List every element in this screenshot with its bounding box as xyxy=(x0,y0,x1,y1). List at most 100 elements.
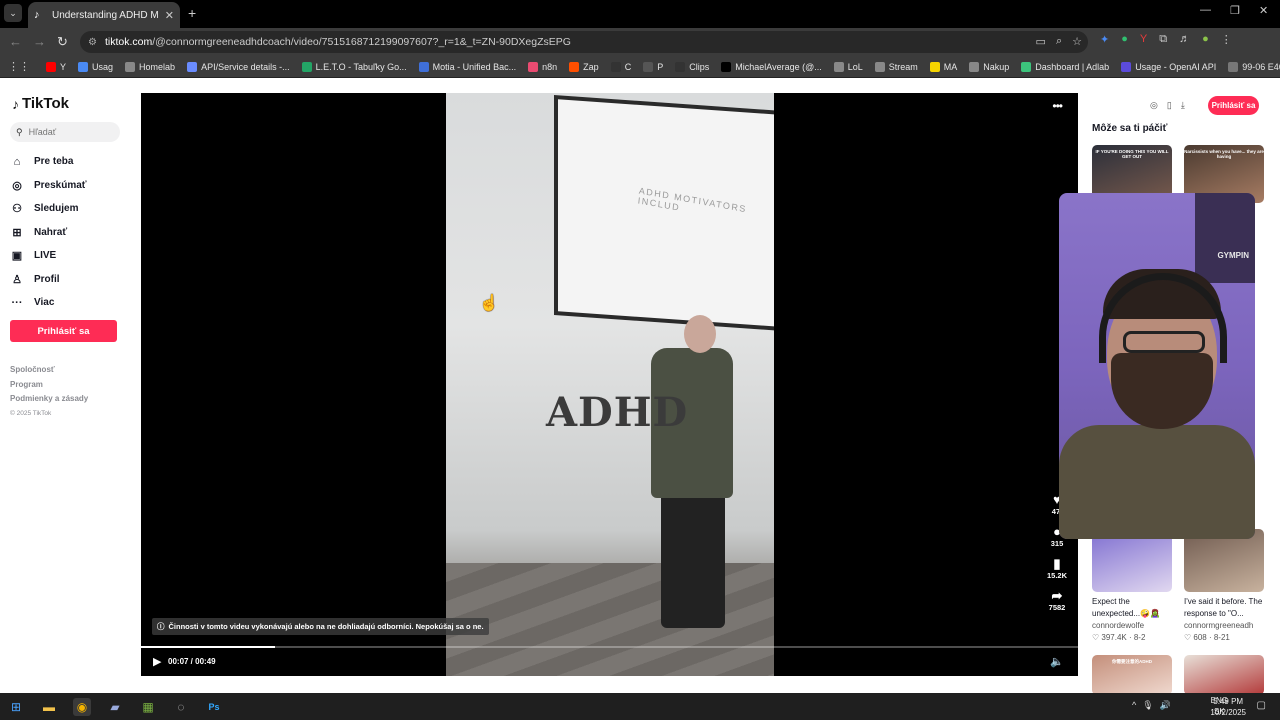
bookmark-item[interactable]: Motia - Unified Bac... xyxy=(413,56,523,77)
sidebar-item-pre-teba[interactable]: ⌂ Pre teba xyxy=(10,150,87,174)
coin-icon[interactable]: ◎ xyxy=(1150,100,1158,111)
recommendation-thumbnail[interactable] xyxy=(1184,655,1264,693)
extensions-puzzle-icon[interactable]: ⧉ xyxy=(1159,33,1167,46)
thumbnail-author[interactable]: connordewolfe xyxy=(1092,620,1172,632)
play-icon[interactable]: ▶ xyxy=(153,655,161,668)
browser-tab-bar: ⌄ ♪ Understanding ADHD Motivati ✕ + — ❐ … xyxy=(0,0,1280,28)
motia-icon xyxy=(418,61,429,72)
home-icon: ⌂ xyxy=(13,155,21,168)
recommendation-thumbnail[interactable]: 你需要注意的ADHD xyxy=(1092,655,1172,693)
sidebar-item-sledujem[interactable]: ⚇ Sledujem xyxy=(10,197,87,221)
clock[interactable]: 5:49 PM 10/2/2025 xyxy=(1210,696,1246,718)
sidebar-item-label: Sledujem xyxy=(34,203,79,215)
sidebar-login-button[interactable]: Prihlásiť sa xyxy=(10,320,117,342)
bookmark-item[interactable]: n8n xyxy=(522,56,563,77)
action-share[interactable]: ➦ 7582 xyxy=(1037,589,1077,613)
sidebar-item-profil[interactable]: ♙ Profil xyxy=(10,268,87,292)
bookmark-item[interactable]: MichaelAverage (@... xyxy=(715,56,828,77)
address-bar[interactable]: ⚙ tiktok.com/@connormgreeneadhdcoach/vid… xyxy=(80,31,1088,53)
search-box[interactable]: ⚲ xyxy=(10,122,120,142)
search-input[interactable] xyxy=(28,127,109,137)
sidebar-item-preskúmať[interactable]: ◎ Preskúmať xyxy=(10,174,86,198)
thumbnail-title: Expect the unexpected...🤪🧟‍♀️ xyxy=(1092,597,1160,618)
bookmark-item[interactable]: Clips xyxy=(669,56,715,77)
bookmark-star-icon[interactable]: ☆ xyxy=(1072,35,1082,48)
extension-icon-3[interactable]: Y xyxy=(1140,33,1147,46)
browser-menu-icon[interactable]: ⋮ xyxy=(1221,33,1232,46)
video-player[interactable]: ADHD MOTIVATORS INCLUD ADHD ••• ☝ ♥ 47. ● 3… xyxy=(141,93,1078,676)
bookmark-item[interactable]: Homelab xyxy=(119,56,181,77)
sidebar-item-label: Viac xyxy=(34,297,55,309)
notes-icon[interactable]: ▰ xyxy=(106,698,124,716)
bookmark-item[interactable]: Usage - OpenAI API xyxy=(1115,56,1222,77)
footer-link-program[interactable]: Program xyxy=(10,378,88,393)
photoshop-icon[interactable]: Ps xyxy=(205,698,223,716)
bookmark-item[interactable]: C xyxy=(605,56,638,77)
bookmark-item[interactable]: Nakup xyxy=(963,56,1015,77)
download-icon[interactable]: ⤓ xyxy=(1181,100,1185,111)
browser-tab-active[interactable]: ♪ Understanding ADHD Motivati ✕ xyxy=(28,2,180,28)
profile-avatar-icon[interactable]: ● xyxy=(1202,33,1209,46)
bookmark-item[interactable]: P xyxy=(637,56,669,77)
back-icon[interactable]: ← xyxy=(9,34,22,49)
url-text: tiktok.com/@connormgreeneadhdcoach/video… xyxy=(105,36,571,48)
apps-grid-icon[interactable]: ⋮⋮ xyxy=(4,60,40,73)
site-info-icon[interactable]: ⚙ xyxy=(88,37,97,48)
api-icon xyxy=(187,61,198,72)
sidebar-item-nahrať[interactable]: ⊞ Nahrať xyxy=(10,221,87,245)
bookmark-item[interactable]: LoL xyxy=(828,56,869,77)
bookmark-item[interactable]: 99-06 E46 M3 Floor... xyxy=(1222,56,1280,77)
notifications-icon[interactable]: ▢ xyxy=(1257,700,1266,711)
logo-text: TikTok xyxy=(22,95,69,112)
forward-icon[interactable]: → xyxy=(33,34,46,49)
person-head xyxy=(684,315,716,353)
sidebar-item-viac[interactable]: ··· Viac xyxy=(10,291,87,315)
tray-overflow-icon[interactable]: ^ xyxy=(1132,700,1136,711)
bookmark-item[interactable]: Zap xyxy=(563,56,605,77)
bookmark-item[interactable]: MA xyxy=(924,56,964,77)
top-login-button[interactable]: Prihlásiť sa xyxy=(1208,96,1259,115)
minimize-icon[interactable]: — xyxy=(1200,4,1211,16)
action-bookmark[interactable]: ▮ 15.2K xyxy=(1037,557,1077,581)
thumbnail-author[interactable]: connormgreeneadh xyxy=(1184,620,1264,632)
projector-screen: ADHD MOTIVATORS INCLUD xyxy=(554,94,774,332)
bookmark-item[interactable]: Dashboard | Adlab xyxy=(1015,56,1115,77)
footer-link-terms[interactable]: Podmienky a zásady xyxy=(10,392,88,407)
bookmark-item[interactable]: Usag xyxy=(72,56,119,77)
window-close-icon[interactable]: ✕ xyxy=(1259,4,1268,17)
speaker-icon[interactable]: 🔊 xyxy=(1160,700,1171,711)
bookmark-item[interactable]: L.E.T.O - Tabuľky Go... xyxy=(296,56,413,77)
obs-icon[interactable]: ◌ xyxy=(172,698,190,716)
sidebar-item-live[interactable]: ▣ LIVE xyxy=(10,244,87,268)
minecraft-icon[interactable]: ▦ xyxy=(139,698,157,716)
footer-link-company[interactable]: Spoločnosť xyxy=(10,363,88,378)
bookmark-label: Zap xyxy=(583,61,599,72)
bookmark-item[interactable]: Y xyxy=(40,56,72,77)
new-tab-icon[interactable]: + xyxy=(188,5,196,21)
device-icon[interactable]: ▯ xyxy=(1167,100,1172,111)
chrome-icon[interactable]: ◉ xyxy=(73,698,91,716)
tiktok-icon xyxy=(721,61,732,72)
tab-close-icon[interactable]: ✕ xyxy=(165,9,174,22)
file-explorer-icon[interactable]: ▬ xyxy=(40,698,58,716)
volume-icon[interactable]: 🔈 xyxy=(1050,655,1064,668)
windows-start-icon[interactable]: ⊞ xyxy=(7,698,25,716)
video-progress-bar[interactable] xyxy=(141,646,1078,648)
zoom-icon[interactable]: ⌕ xyxy=(1056,35,1062,48)
more-options-icon[interactable]: ••• xyxy=(1052,99,1063,113)
tiktok-logo[interactable]: ♪ TikTok xyxy=(12,95,69,112)
search-icon: ⚲ xyxy=(16,126,23,137)
install-app-icon[interactable]: ▭ xyxy=(1036,35,1046,48)
extension-icon-2[interactable]: ● xyxy=(1121,33,1128,46)
reload-icon[interactable]: ↻ xyxy=(57,34,68,50)
clock-date: 10/2/2025 xyxy=(1210,708,1246,717)
extension-icon-1[interactable]: ✦ xyxy=(1100,33,1109,46)
c-icon xyxy=(610,61,621,72)
tab-search-dropdown-icon[interactable]: ⌄ xyxy=(4,4,22,22)
bookmark-item[interactable]: Stream xyxy=(869,56,924,77)
mic-icon[interactable]: 🎙 xyxy=(1142,700,1153,711)
restore-icon[interactable]: ❐ xyxy=(1230,4,1240,17)
system-tray: ^ 🎙 🔊 xyxy=(1132,700,1171,711)
media-control-icon[interactable]: ♬ xyxy=(1179,33,1190,46)
bookmark-item[interactable]: API/Service details -... xyxy=(181,56,296,77)
